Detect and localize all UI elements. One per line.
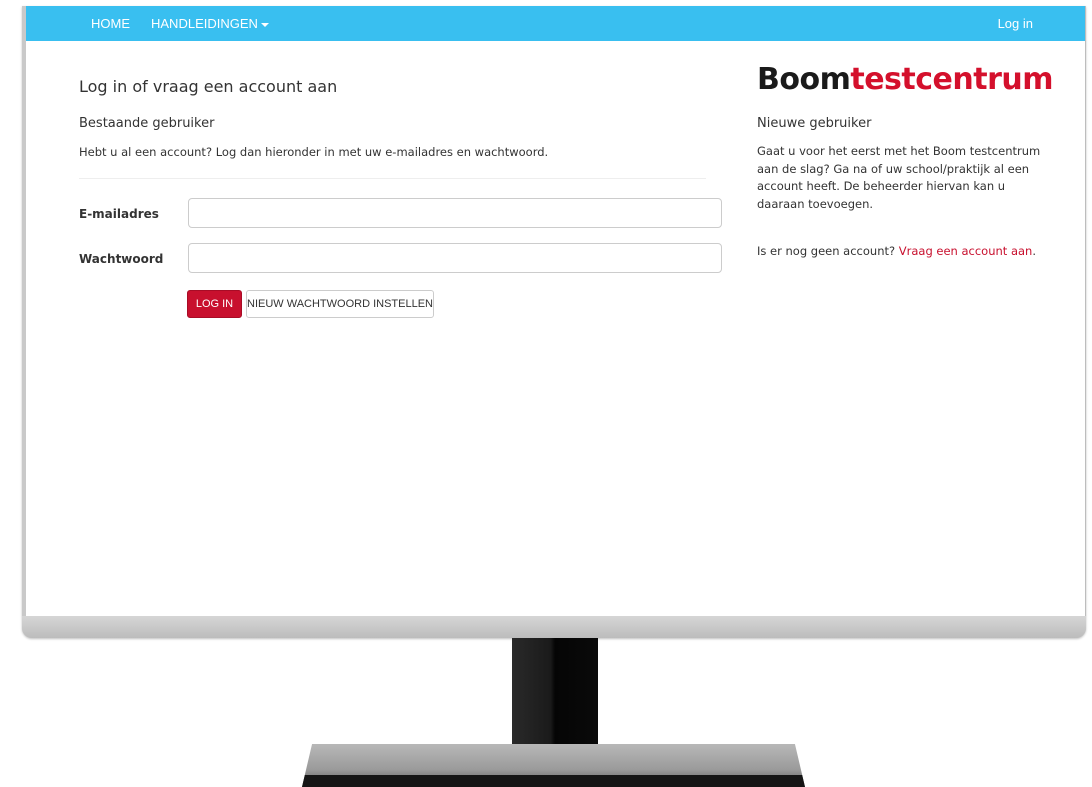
nav-manuals-label: HANDLEIDINGEN	[151, 16, 258, 31]
nav-home-link[interactable]: HOME	[91, 6, 130, 41]
nav-login-link[interactable]: Log in	[998, 6, 1033, 41]
monitor-brand-mark	[527, 622, 531, 632]
request-account-prefix: Is er nog geen account?	[757, 244, 899, 258]
new-user-heading: Nieuwe gebruiker	[757, 116, 872, 131]
nav-manuals-dropdown[interactable]: HANDLEIDINGEN	[151, 6, 269, 41]
page-title: Log in of vraag een account aan	[79, 77, 338, 96]
reset-password-button[interactable]: NIEUW WACHTWOORD INSTELLEN	[246, 290, 434, 318]
email-label: E-mailadres	[79, 207, 159, 221]
brand-logo: Boomtestcentrum	[757, 58, 1053, 102]
monitor-stand-base	[302, 744, 805, 787]
login-intro-text: Hebt u al een account? Log dan hieronder…	[79, 145, 549, 159]
form-divider	[79, 178, 706, 179]
email-input[interactable]	[188, 198, 722, 228]
password-label: Wachtwoord	[79, 252, 164, 266]
request-account-suffix: .	[1032, 244, 1036, 258]
top-navbar: HOME HANDLEIDINGEN Log in	[26, 6, 1085, 41]
browser-screen: HOME HANDLEIDINGEN Log in Log in of vraa…	[26, 6, 1086, 616]
scene: HOME HANDLEIDINGEN Log in Log in of vraa…	[0, 0, 1092, 787]
password-input[interactable]	[188, 243, 722, 273]
request-account-link[interactable]: Vraag een account aan	[899, 244, 1033, 258]
caret-down-icon	[260, 22, 269, 27]
monitor-chin	[22, 616, 1086, 638]
existing-user-heading: Bestaande gebruiker	[79, 116, 215, 131]
login-button[interactable]: LOG IN	[187, 290, 242, 318]
request-account-text: Is er nog geen account? Vraag een accoun…	[757, 244, 1057, 258]
brand-logo-part2: testcentrum	[850, 62, 1053, 97]
new-user-text: Gaat u voor het eerst met het Boom testc…	[757, 144, 1041, 211]
monitor-stand-neck	[512, 638, 598, 756]
brand-logo-part1: Boom	[757, 62, 851, 97]
